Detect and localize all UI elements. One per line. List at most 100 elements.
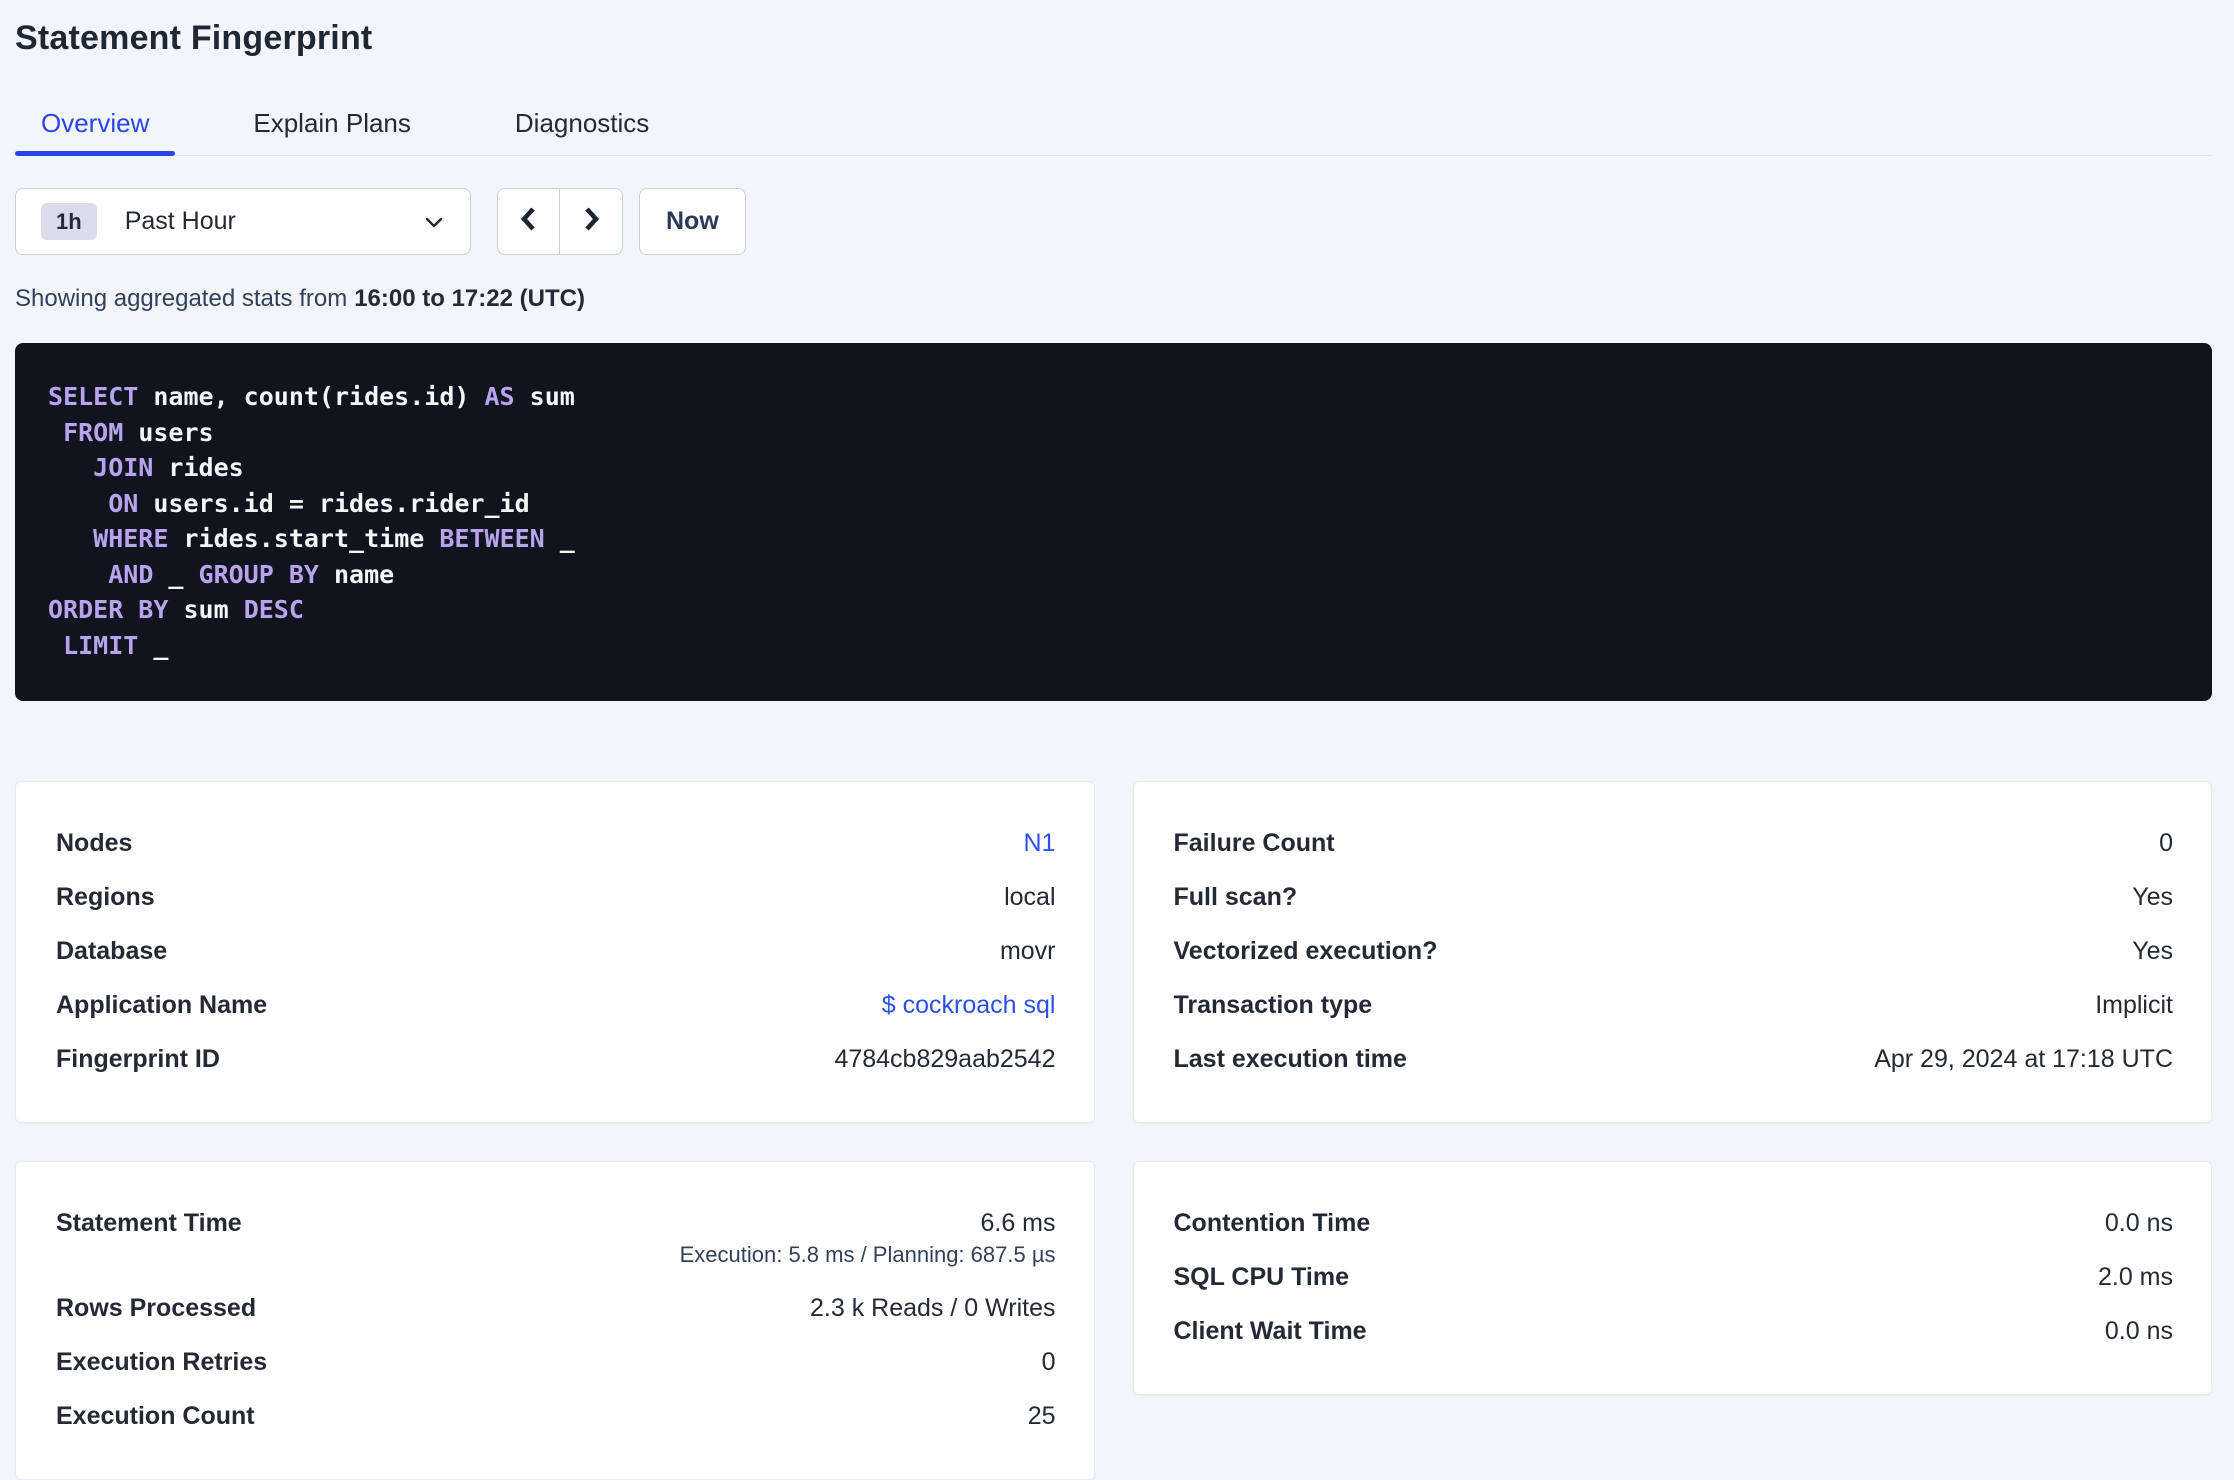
- stat-row: Fingerprint ID 4784cb829aab2542: [56, 1044, 1056, 1074]
- summary-cards-row-1: Nodes N1 Regions local Database movr Applicati…: [15, 781, 2212, 1123]
- stat-row: Transaction type Implicit: [1174, 990, 2174, 1020]
- tab-bar: Overview Explain Plans Diagnostics: [15, 108, 2212, 156]
- stat-value: local: [1004, 883, 1056, 911]
- stat-value: Yes: [2132, 883, 2173, 911]
- stat-value: 0: [1041, 1348, 1056, 1376]
- sql-keyword: GROUP BY: [198, 559, 319, 589]
- sql-text: _: [138, 630, 169, 660]
- statement-times-card: Statement Time 6.6 ms Execution: 5.8 ms / …: [15, 1161, 1095, 1480]
- stat-row: Database movr: [56, 936, 1056, 966]
- time-range-dropdown[interactable]: 1h Past Hour: [15, 188, 471, 255]
- stat-row: Execution Count 25: [56, 1401, 1056, 1431]
- stat-value-wrap: 2.0 ms: [2098, 1262, 2173, 1292]
- tab-explain-plans[interactable]: Explain Plans: [227, 108, 437, 155]
- stat-label: Full scan?: [1173, 883, 1298, 911]
- sql-keyword: LIMIT: [63, 630, 139, 660]
- sql-text: sum: [514, 382, 575, 411]
- stat-value: Implicit: [2095, 991, 2173, 1019]
- stat-row: Application Name $ cockroach sql: [56, 990, 1056, 1020]
- stat-row: Regions local: [56, 882, 1056, 912]
- sql-line: ON users.id = rides.rider_id: [48, 486, 2179, 522]
- sql-line: FROM users: [48, 415, 2179, 451]
- time-step-buttons: [497, 188, 623, 255]
- stat-label: Last execution time: [1173, 1045, 1407, 1073]
- stat-row: Full scan? Yes: [1174, 882, 2174, 912]
- sql-line: SELECT name, count(rides.id) AS sum: [48, 379, 2179, 415]
- stat-label: Contention Time: [1173, 1209, 1371, 1237]
- sql-line: LIMIT _: [48, 628, 2179, 664]
- stat-value: Apr 29, 2024 at 17:18 UTC: [1874, 1045, 2173, 1073]
- sql-keyword: BETWEEN: [439, 524, 545, 553]
- stat-value-wrap: $ cockroach sql: [882, 990, 1056, 1020]
- stat-label: Client Wait Time: [1173, 1317, 1367, 1345]
- stats-caption-prefix: Showing aggregated stats from: [15, 285, 348, 312]
- stat-value-wrap: Apr 29, 2024 at 17:18 UTC: [1874, 1044, 2173, 1074]
- stat-value: 0: [2159, 829, 2173, 857]
- sql-text: rides: [153, 453, 244, 482]
- previous-time-button[interactable]: [498, 189, 560, 254]
- stat-value-wrap: movr: [1000, 936, 1056, 966]
- stat-value-wrap: 0.0 ns: [2105, 1316, 2173, 1346]
- statement-fingerprint-page: Statement Fingerprint Overview Explain P…: [0, 0, 2234, 1480]
- stat-value-wrap: Implicit: [2095, 990, 2173, 1020]
- stat-value-link[interactable]: $ cockroach sql: [882, 990, 1056, 1020]
- stat-label: Execution Retries: [56, 1348, 268, 1376]
- stat-value: movr: [999, 937, 1056, 965]
- chevron-left-icon: [515, 203, 543, 240]
- tab-diagnostics[interactable]: Diagnostics: [489, 108, 675, 155]
- stat-value-wrap: 4784cb829aab2542: [834, 1044, 1055, 1074]
- stat-value-wrap: 0: [1042, 1347, 1056, 1377]
- sql-line: WHERE rides.start_time BETWEEN _: [48, 521, 2179, 557]
- sql-text: _: [153, 559, 199, 589]
- stat-value: Yes: [2132, 937, 2173, 965]
- sql-text: sum: [168, 595, 244, 624]
- stat-row: Nodes N1: [56, 828, 1056, 858]
- stat-value-wrap: 0: [2159, 828, 2173, 858]
- now-button[interactable]: Now: [639, 188, 746, 255]
- sql-code: SELECT name, count(rides.id) AS sum FROM…: [48, 379, 2179, 663]
- stat-value: 2.3 k Reads / 0 Writes: [810, 1294, 1056, 1322]
- stat-value: 0.0 ns: [2104, 1317, 2173, 1345]
- stat-value-link[interactable]: N1: [1024, 828, 1056, 858]
- tab-overview[interactable]: Overview: [15, 108, 176, 156]
- stat-value-wrap: 25: [1028, 1401, 1056, 1431]
- sql-line: JOIN rides: [48, 450, 2179, 486]
- stat-label: Execution Count: [56, 1402, 255, 1430]
- sql-text: _: [544, 524, 575, 553]
- stat-value: 0.0 ns: [2104, 1209, 2173, 1237]
- wait-times-card: Contention Time 0.0 ns SQL CPU Time 2.0 ms C…: [1132, 1161, 2212, 1395]
- aggregated-stats-caption: Showing aggregated stats from 16:00 to 17…: [15, 285, 2212, 313]
- summary-cards-row-2: Statement Time 6.6 ms Execution: 5.8 ms / …: [15, 1161, 2212, 1480]
- stat-label: Statement Time: [56, 1209, 242, 1237]
- stat-value: 6.6 ms: [980, 1209, 1056, 1237]
- stat-row: Last execution time Apr 29, 2024 at 17:18…: [1174, 1044, 2174, 1074]
- stat-label: Database: [56, 937, 168, 965]
- sql-text: name: [318, 559, 395, 589]
- stat-value: 4784cb829aab2542: [834, 1045, 1056, 1073]
- execution-attributes-card: Failure Count 0 Full scan? Yes Vectorized ex…: [1132, 781, 2212, 1123]
- statement-info-card: Nodes N1 Regions local Database movr Applicati…: [15, 781, 1095, 1123]
- sql-text: name, count(rides.id): [138, 382, 485, 411]
- stat-row: Statement Time 6.6 ms Execution: 5.8 ms / …: [56, 1208, 1056, 1269]
- stat-row: Rows Processed 2.3 k Reads / 0 Writes: [56, 1293, 1056, 1323]
- sql-line: ORDER BY sum DESC: [48, 592, 2179, 628]
- page-title: Statement Fingerprint: [15, 19, 373, 57]
- stat-value-wrap: 2.3 k Reads / 0 Writes: [810, 1293, 1055, 1323]
- stat-label: Failure Count: [1173, 829, 1335, 857]
- stat-row: Execution Retries 0: [56, 1347, 1056, 1377]
- stat-row: Contention Time 0.0 ns: [1174, 1208, 2174, 1238]
- next-time-button[interactable]: [560, 189, 622, 254]
- stat-label: Transaction type: [1173, 991, 1373, 1019]
- chevron-right-icon: [577, 203, 605, 240]
- stat-row: Vectorized execution? Yes: [1174, 936, 2174, 966]
- stat-value-wrap: N1: [1024, 828, 1056, 858]
- sql-keyword: JOIN: [93, 453, 154, 482]
- stat-value-wrap: 0.0 ns: [2105, 1208, 2173, 1238]
- stat-label: SQL CPU Time: [1173, 1263, 1350, 1291]
- stat-value-wrap: Yes: [2132, 882, 2173, 912]
